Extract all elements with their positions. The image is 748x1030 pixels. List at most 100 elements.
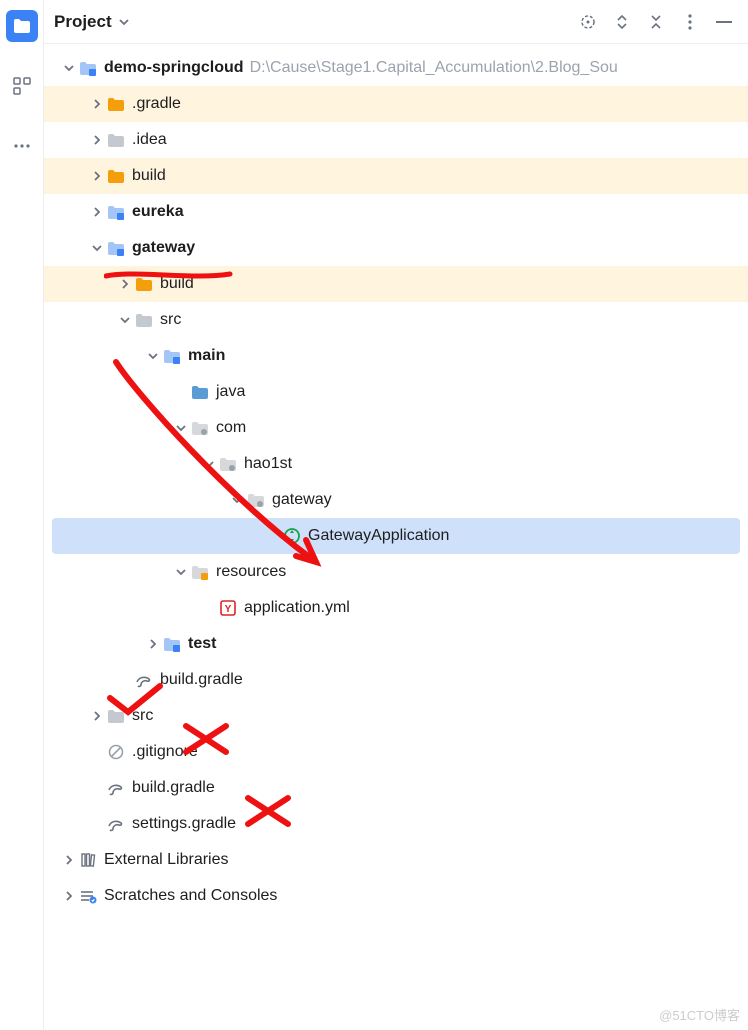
tree-item-root[interactable]: demo-springcloudD:\Cause\Stage1.Capital_… bbox=[44, 50, 748, 86]
arrow-icon[interactable] bbox=[88, 134, 106, 146]
collapse-button[interactable] bbox=[642, 8, 670, 36]
tree-label: .gradle bbox=[132, 95, 181, 113]
package-icon bbox=[218, 454, 238, 474]
tree-item-ext-libs[interactable]: External Libraries bbox=[44, 842, 748, 878]
tree-label: src bbox=[132, 707, 153, 725]
arrow-icon[interactable] bbox=[88, 710, 106, 722]
arrow-icon[interactable] bbox=[116, 314, 134, 326]
tree-item-gateway[interactable]: gateway bbox=[44, 230, 748, 266]
tree-label: build.gradle bbox=[160, 671, 243, 689]
structure-icon bbox=[13, 77, 31, 95]
more-icon bbox=[13, 143, 31, 149]
tree-item-build-dir[interactable]: build bbox=[44, 158, 748, 194]
tree-item-app-yml[interactable]: Yapplication.yml bbox=[44, 590, 748, 626]
tree-label: GatewayApplication bbox=[308, 527, 449, 545]
yaml-icon: Y bbox=[218, 598, 238, 618]
more-tool-button[interactable] bbox=[6, 130, 38, 162]
tree-label: Scratches and Consoles bbox=[104, 887, 277, 905]
arrow-icon[interactable] bbox=[60, 62, 78, 74]
tree-item-gw-src[interactable]: src bbox=[44, 302, 748, 338]
tree-label: build.gradle bbox=[132, 779, 215, 797]
arrow-icon[interactable] bbox=[172, 422, 190, 434]
tree-item-gw-buildgradle[interactable]: build.gradle bbox=[44, 662, 748, 698]
arrow-icon[interactable] bbox=[88, 98, 106, 110]
project-panel: Project demo-springcloudD:\Cause\Stage1.… bbox=[44, 0, 748, 1030]
module-icon bbox=[78, 58, 98, 78]
tree-label: build bbox=[132, 167, 166, 185]
tree-label: External Libraries bbox=[104, 851, 229, 869]
arrow-icon[interactable] bbox=[116, 278, 134, 290]
tree-item-gw-app[interactable]: GatewayApplication bbox=[52, 518, 740, 554]
project-tree[interactable]: demo-springcloudD:\Cause\Stage1.Capital_… bbox=[44, 44, 748, 1030]
gradle-icon bbox=[134, 670, 154, 690]
tree-item-main[interactable]: main bbox=[44, 338, 748, 374]
arrow-icon[interactable] bbox=[88, 242, 106, 254]
tree-item-root-src[interactable]: src bbox=[44, 698, 748, 734]
tree-item-scratches[interactable]: Scratches and Consoles bbox=[44, 878, 748, 914]
arrow-icon[interactable] bbox=[144, 638, 162, 650]
module-icon bbox=[106, 238, 126, 258]
tree-label: .idea bbox=[132, 131, 167, 149]
project-header: Project bbox=[44, 0, 748, 44]
package-icon bbox=[246, 490, 266, 510]
kebab-icon bbox=[687, 13, 693, 31]
tree-item-hao1st[interactable]: hao1st bbox=[44, 446, 748, 482]
tree-item-idea-dir[interactable]: .idea bbox=[44, 122, 748, 158]
arrow-icon[interactable] bbox=[88, 206, 106, 218]
tree-label: resources bbox=[216, 563, 286, 581]
svg-text:Y: Y bbox=[225, 604, 232, 615]
options-button[interactable] bbox=[676, 8, 704, 36]
expand-icon bbox=[615, 14, 629, 30]
tree-item-gateway-pkg[interactable]: gateway bbox=[44, 482, 748, 518]
class-icon bbox=[282, 526, 302, 546]
minimize-icon bbox=[716, 20, 732, 24]
tree-item-resources[interactable]: resources bbox=[44, 554, 748, 590]
hide-button[interactable] bbox=[710, 8, 738, 36]
structure-tool-button[interactable] bbox=[6, 70, 38, 102]
tree-label: test bbox=[188, 635, 216, 653]
tree-item-eureka[interactable]: eureka bbox=[44, 194, 748, 230]
module-icon bbox=[162, 634, 182, 654]
package-icon bbox=[190, 418, 210, 438]
tree-item-settings[interactable]: settings.gradle bbox=[44, 806, 748, 842]
folder-gray-icon bbox=[134, 310, 154, 330]
arrow-icon[interactable] bbox=[200, 458, 218, 470]
tree-label: java bbox=[216, 383, 245, 401]
tree-item-java[interactable]: java bbox=[44, 374, 748, 410]
watermark: @51CTO博客 bbox=[659, 1005, 740, 1024]
arrow-icon[interactable] bbox=[88, 170, 106, 182]
tree-item-test[interactable]: test bbox=[44, 626, 748, 662]
tree-label: eureka bbox=[132, 203, 184, 221]
project-tool-button[interactable] bbox=[6, 10, 38, 42]
left-tool-rail bbox=[0, 0, 44, 1030]
tree-item-gradle-dir[interactable]: .gradle bbox=[44, 86, 748, 122]
tree-label: .gitignore bbox=[132, 743, 198, 761]
gradle-icon bbox=[106, 778, 126, 798]
tree-label: gateway bbox=[272, 491, 332, 509]
module-icon bbox=[162, 346, 182, 366]
tree-item-com[interactable]: com bbox=[44, 410, 748, 446]
tree-label: settings.gradle bbox=[132, 815, 236, 833]
chevron-down-icon[interactable] bbox=[118, 16, 130, 28]
locate-button[interactable] bbox=[574, 8, 602, 36]
tree-label: demo-springcloud bbox=[104, 59, 244, 77]
tree-label: main bbox=[188, 347, 225, 365]
folder-orange-icon bbox=[134, 274, 154, 294]
tree-label: build bbox=[160, 275, 194, 293]
project-title[interactable]: Project bbox=[54, 12, 112, 32]
tree-item-gitignore[interactable]: .gitignore bbox=[44, 734, 748, 770]
folder-orange-icon bbox=[106, 166, 126, 186]
arrow-icon[interactable] bbox=[144, 350, 162, 362]
tree-item-root-buildgradle[interactable]: build.gradle bbox=[44, 770, 748, 806]
folder-blue-icon bbox=[190, 382, 210, 402]
arrow-icon[interactable] bbox=[172, 566, 190, 578]
arrow-icon[interactable] bbox=[228, 494, 246, 506]
arrow-icon[interactable] bbox=[60, 890, 78, 902]
expand-button[interactable] bbox=[608, 8, 636, 36]
arrow-icon[interactable] bbox=[60, 854, 78, 866]
tree-item-gw-build[interactable]: build bbox=[44, 266, 748, 302]
scratches-icon bbox=[78, 886, 98, 906]
folder-icon bbox=[12, 16, 32, 36]
collapse-icon bbox=[649, 14, 663, 30]
folder-gray-icon bbox=[106, 130, 126, 150]
